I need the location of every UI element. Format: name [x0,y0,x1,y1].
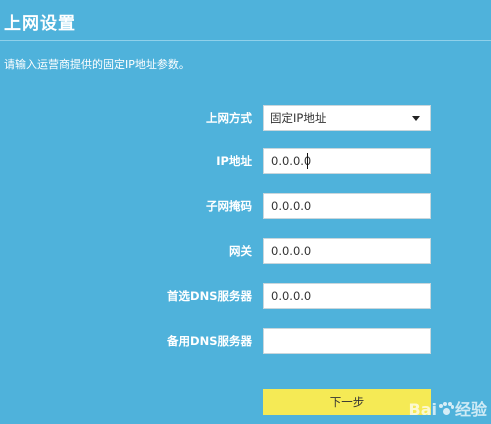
text-cursor [307,153,308,169]
connection-type-value: 固定IP地址 [270,111,327,125]
paw-icon [438,402,454,416]
ip-address-row: IP地址 [0,148,491,174]
primary-dns-label: 首选DNS服务器 [167,289,252,303]
watermark-text-right: 经验 [454,400,487,419]
instruction-text: 请输入运营商提供的固定IP地址参数。 [4,58,190,71]
connection-type-select[interactable]: 固定IP地址 [263,105,431,131]
secondary-dns-row: 备用DNS服务器 [0,328,491,354]
settings-page: 上网设置 请输入运营商提供的固定IP地址参数。 上网方式 固定IP地址 IP地址… [0,0,491,424]
ip-address-label: IP地址 [216,154,252,168]
ip-address-input[interactable] [263,148,431,174]
page-title: 上网设置 [4,14,76,34]
baidu-watermark: Bai 经验 [409,396,488,420]
primary-dns-row: 首选DNS服务器 [0,283,491,309]
watermark-text-left: Bai [408,400,437,419]
secondary-dns-input[interactable] [263,328,431,354]
connection-type-row: 上网方式 固定IP地址 [0,105,491,131]
subnet-mask-label: 子网掩码 [206,199,252,213]
subnet-mask-row: 子网掩码 [0,193,491,219]
title-divider [0,40,491,41]
gateway-label: 网关 [229,244,252,258]
gateway-row: 网关 [0,238,491,264]
dropdown-arrow-icon [412,116,420,121]
connection-type-label: 上网方式 [206,111,252,125]
gateway-input[interactable] [263,238,431,264]
next-button[interactable]: 下一步 [263,389,431,415]
primary-dns-input[interactable] [263,283,431,309]
secondary-dns-label: 备用DNS服务器 [167,334,252,348]
subnet-mask-input[interactable] [263,193,431,219]
